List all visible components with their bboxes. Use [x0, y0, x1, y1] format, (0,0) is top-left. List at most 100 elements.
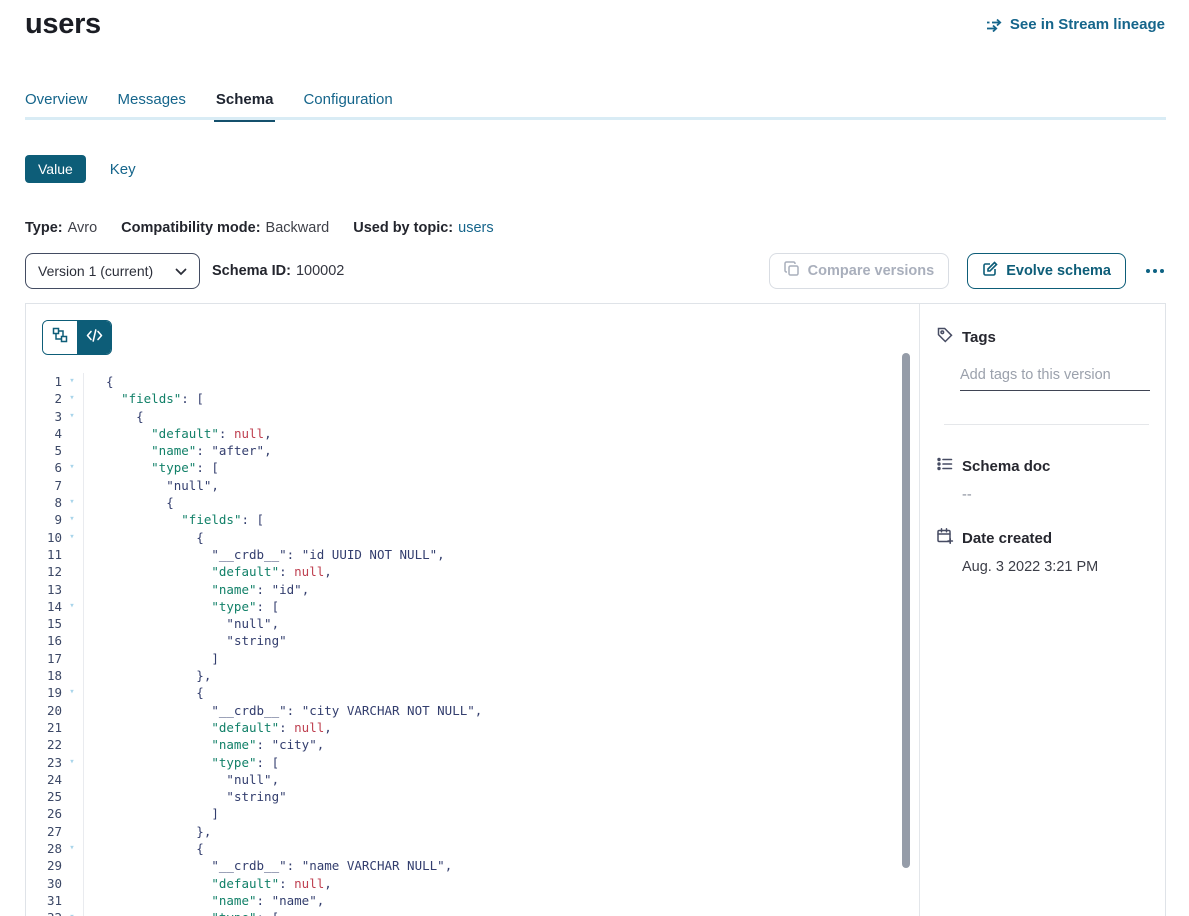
code-line: 26 ] — [26, 805, 919, 822]
code-line: 16 "string" — [26, 632, 919, 649]
code-line: 22 "name": "city", — [26, 736, 919, 753]
stream-lineage-icon — [986, 18, 1003, 32]
compatibility-label: Compatibility mode: — [121, 220, 260, 236]
fold-arrow-icon[interactable]: ▾ — [62, 373, 82, 390]
code-text: ] — [84, 650, 219, 667]
code-text: { — [84, 840, 204, 857]
line-number: 3 — [26, 408, 62, 425]
fold-spacer — [62, 736, 82, 753]
fold-spacer — [62, 650, 82, 667]
key-toggle-button[interactable]: Key — [110, 161, 136, 178]
code-text: "name": "name", — [84, 892, 324, 909]
line-number: 21 — [26, 719, 62, 736]
sidebar-divider — [944, 424, 1149, 425]
line-number: 15 — [26, 615, 62, 632]
fold-arrow-icon[interactable]: ▾ — [62, 598, 82, 615]
fold-spacer — [62, 546, 82, 563]
topic-link[interactable]: users — [458, 220, 493, 236]
code-text: "name": "city", — [84, 736, 324, 753]
tab-configuration[interactable]: Configuration — [303, 91, 392, 119]
fold-spacer — [62, 477, 82, 494]
fold-arrow-icon[interactable]: ▾ — [62, 390, 82, 407]
tab-overview[interactable]: Overview — [25, 91, 88, 119]
editor-scrollbar[interactable] — [902, 353, 910, 868]
code-text: "fields": [ — [84, 390, 204, 407]
line-number: 30 — [26, 875, 62, 892]
fold-spacer — [62, 823, 82, 840]
fold-spacer — [62, 892, 82, 909]
used-by-topic-label: Used by topic: — [353, 220, 453, 236]
value-toggle-button[interactable]: Value — [25, 155, 86, 183]
more-options-button[interactable] — [1144, 265, 1166, 277]
code-text: { — [84, 494, 174, 511]
add-tags-input[interactable] — [960, 365, 1150, 391]
fold-arrow-icon[interactable]: ▾ — [62, 684, 82, 701]
line-number: 32 — [26, 909, 62, 916]
code-text: "string" — [84, 788, 287, 805]
line-number: 10 — [26, 529, 62, 546]
tag-icon — [936, 326, 954, 349]
schema-code-editor[interactable]: 1▾{2▾ "fields": [3▾ {4 "default": null,5… — [26, 373, 919, 916]
code-text: }, — [84, 823, 211, 840]
code-text: "null", — [84, 615, 279, 632]
tab-messages[interactable]: Messages — [118, 91, 186, 119]
schema-id: Schema ID:100002 — [212, 263, 344, 279]
fold-arrow-icon[interactable]: ▾ — [62, 459, 82, 476]
fold-arrow-icon[interactable]: ▾ — [62, 511, 82, 528]
line-number: 2 — [26, 390, 62, 407]
compare-versions-button[interactable]: Compare versions — [769, 253, 950, 289]
code-text: "string" — [84, 632, 287, 649]
line-number: 11 — [26, 546, 62, 563]
code-text: "__crdb__": "id UUID NOT NULL", — [84, 546, 445, 563]
fold-arrow-icon[interactable]: ▾ — [62, 494, 82, 511]
fold-spacer — [62, 875, 82, 892]
code-text: "type": [ — [84, 909, 279, 916]
line-number: 20 — [26, 702, 62, 719]
code-text: "default": null, — [84, 875, 332, 892]
line-number: 19 — [26, 684, 62, 701]
stream-lineage-link[interactable]: See in Stream lineage — [986, 16, 1165, 33]
code-line: 31 "name": "name", — [26, 892, 919, 909]
code-line: 5 "name": "after", — [26, 442, 919, 459]
fold-spacer — [62, 667, 82, 684]
line-number: 6 — [26, 459, 62, 476]
fold-arrow-icon[interactable]: ▾ — [62, 754, 82, 771]
edit-icon — [982, 261, 998, 281]
evolve-schema-button[interactable]: Evolve schema — [967, 253, 1126, 289]
code-text: { — [84, 684, 204, 701]
line-number: 29 — [26, 857, 62, 874]
schema-panel: 1▾{2▾ "fields": [3▾ {4 "default": null,5… — [25, 303, 1166, 916]
line-number: 27 — [26, 823, 62, 840]
code-line: 13 "name": "id", — [26, 581, 919, 598]
fold-arrow-icon[interactable]: ▾ — [62, 840, 82, 857]
fold-spacer — [62, 719, 82, 736]
fold-arrow-icon[interactable]: ▾ — [62, 408, 82, 425]
code-view-button[interactable] — [77, 321, 111, 354]
code-line: 24 "null", — [26, 771, 919, 788]
date-created-value: Aug. 3 2022 3:21 PM — [962, 559, 1149, 575]
code-text: "__crdb__": "name VARCHAR NULL", — [84, 857, 452, 874]
type-label: Type: — [25, 220, 63, 236]
tab-schema[interactable]: Schema — [216, 91, 274, 119]
fold-spacer — [62, 632, 82, 649]
fold-arrow-icon[interactable]: ▾ — [62, 529, 82, 546]
fold-spacer — [62, 771, 82, 788]
schema-meta-row: Type:Avro Compatibility mode:Backward Us… — [25, 220, 494, 236]
code-line: 18 }, — [26, 667, 919, 684]
code-line: 4 "default": null, — [26, 425, 919, 442]
fold-arrow-icon[interactable]: ▾ — [62, 909, 82, 916]
code-text: "type": [ — [84, 598, 279, 615]
date-created-title: Date created — [962, 530, 1052, 547]
fold-spacer — [62, 581, 82, 598]
version-select[interactable]: Version 1 (current) — [25, 253, 200, 289]
tree-view-button[interactable] — [43, 321, 77, 354]
compatibility-value: Backward — [266, 220, 330, 236]
line-number: 13 — [26, 581, 62, 598]
code-text: { — [84, 529, 204, 546]
schema-doc-title: Schema doc — [962, 458, 1050, 475]
code-line: 12 "default": null, — [26, 563, 919, 580]
code-line: 25 "string" — [26, 788, 919, 805]
code-text: ] — [84, 805, 219, 822]
code-line: 1▾{ — [26, 373, 919, 390]
code-line: 3▾ { — [26, 408, 919, 425]
